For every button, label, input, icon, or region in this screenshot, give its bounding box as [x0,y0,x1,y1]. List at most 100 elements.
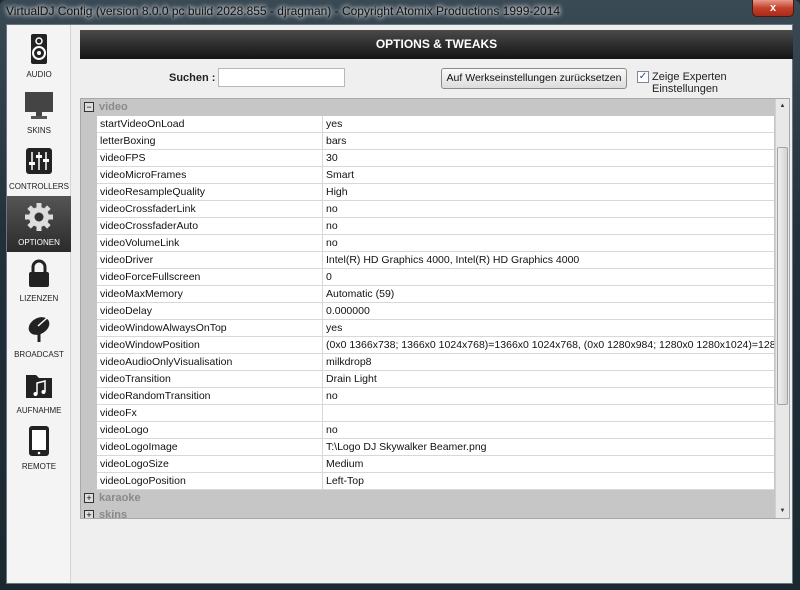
table-row[interactable]: videoWindowAlwaysOnTop yes [97,320,774,337]
sidebar-item-label: LIZENZEN [19,294,59,303]
sidebar-item-optionen[interactable]: OPTIONEN [7,196,71,252]
option-value[interactable]: milkdrop8 [323,354,774,370]
table-row[interactable]: videoCrossfaderAuto no [97,218,774,235]
table-row[interactable]: videoDelay 0.000000 [97,303,774,320]
sidebar-item-label: AUFNAHME [16,406,62,415]
option-value[interactable]: T:\Logo DJ Skywalker Beamer.png [323,439,774,455]
table-row[interactable]: videoFPS 30 [97,150,774,167]
table-row[interactable]: startVideoOnLoad yes [97,116,774,133]
table-row[interactable]: letterBoxing bars [97,133,774,150]
expand-icon[interactable]: + [84,510,94,518]
option-key: videoMaxMemory [97,286,323,302]
table-row[interactable]: videoResampleQuality High [97,184,774,201]
search-input[interactable] [218,68,345,87]
gear-icon [25,202,53,232]
option-value[interactable] [323,405,774,421]
satellite-dish-icon [25,314,53,344]
option-key: videoFx [97,405,323,421]
sidebar-item-controllers[interactable]: CONTROLLERS [7,140,71,196]
monitor-icon [25,90,53,120]
scrollbar-thumb[interactable] [777,147,788,405]
table-row[interactable]: videoVolumeLink no [97,235,774,252]
option-key: videoLogo [97,422,323,438]
music-folder-icon [25,370,53,400]
table-row[interactable]: videoForceFullscreen 0 [97,269,774,286]
option-value[interactable]: no [323,422,774,438]
page-title: OPTIONS & TWEAKS [80,30,793,59]
group-karaoke[interactable]: + karaoke [81,490,789,507]
option-value[interactable]: no [323,218,774,234]
collapse-icon[interactable]: − [84,102,94,112]
scroll-up-button[interactable]: ▲ [776,99,789,113]
option-key: videoMicroFrames [97,167,323,183]
option-value[interactable]: yes [323,116,774,132]
option-value[interactable]: 0 [323,269,774,285]
reset-defaults-button[interactable]: Auf Werkseinstellungen zurücksetzen [441,68,627,89]
table-row[interactable]: videoAudioOnlyVisualisation milkdrop8 [97,354,774,371]
sidebar-item-label: CONTROLLERS [8,182,69,191]
expert-checkbox-label[interactable]: Zeige Experten Einstellungen [652,71,792,95]
sidebar-item-remote[interactable]: REMOTE [7,420,71,476]
option-key: videoCrossfaderLink [97,201,323,217]
option-value[interactable]: no [323,201,774,217]
option-key: videoLogoImage [97,439,323,455]
group-skins[interactable]: + skins [81,507,789,518]
table-row[interactable]: videoLogoPosition Left-Top [97,473,774,490]
option-value[interactable]: (0x0 1366x738; 1366x0 1024x768)=1366x0 1… [323,337,774,353]
search-label: Suchen : [169,72,216,84]
option-value[interactable]: 0.000000 [323,303,774,319]
option-value[interactable]: bars [323,133,774,149]
option-key: videoWindowPosition [97,337,323,353]
scroll-down-button[interactable]: ▼ [776,504,789,518]
sidebar-item-audio[interactable]: AUDIO [7,28,71,84]
table-row[interactable]: videoWindowPosition (0x0 1366x738; 1366x0… [97,337,774,354]
speaker-icon [25,34,53,64]
option-key: videoTransition [97,371,323,387]
option-value[interactable]: Left-Top [323,473,774,489]
table-row[interactable]: videoTransition Drain Light [97,371,774,388]
sidebar-item-label: REMOTE [21,462,57,471]
option-value[interactable]: yes [323,320,774,336]
sidebar-item-skins[interactable]: SKINS [7,84,71,140]
option-value[interactable]: 30 [323,150,774,166]
expert-checkbox[interactable]: ✓ [637,71,649,83]
table-row[interactable]: videoDriver Intel(R) HD Graphics 4000, In… [97,252,774,269]
window-title: VirtualDJ Config (version 8.0.0 pc build… [6,4,561,18]
table-row[interactable]: videoRandomTransition no [97,388,774,405]
option-key: videoDelay [97,303,323,319]
option-key: videoCrossfaderAuto [97,218,323,234]
close-button[interactable]: x [752,0,794,17]
expand-icon[interactable]: + [84,493,94,503]
table-row[interactable]: videoCrossfaderLink no [97,201,774,218]
table-row[interactable]: videoMaxMemory Automatic (59) [97,286,774,303]
group-label: video [99,101,128,113]
option-key: videoLogoSize [97,456,323,472]
sidebar: AUDIO SKINS CONTROLLERS OPTIONEN LIZENZEN BRO… [7,25,71,583]
option-value[interactable]: Drain Light [323,371,774,387]
table-row[interactable]: videoFx [97,405,774,422]
sidebar-item-broadcast[interactable]: BROADCAST [7,308,71,364]
window: VirtualDJ Config (version 8.0.0 pc build… [0,0,800,590]
option-key: videoDriver [97,252,323,268]
option-value[interactable]: no [323,388,774,404]
sidebar-item-aufnahme[interactable]: AUFNAHME [7,364,71,420]
option-value[interactable]: Automatic (59) [323,286,774,302]
scrollbar[interactable]: ▲ ▼ [775,99,789,518]
option-key: videoFPS [97,150,323,166]
group-video[interactable]: − video [81,99,789,116]
option-key: videoWindowAlwaysOnTop [97,320,323,336]
table-row[interactable]: videoLogo no [97,422,774,439]
table-row[interactable]: videoLogoImage T:\Logo DJ Skywalker Beame… [97,439,774,456]
options-table: − video startVideoOnLoad yes letterBoxing bar… [80,98,790,519]
table-row[interactable]: videoMicroFrames Smart [97,167,774,184]
option-key: videoLogoPosition [97,473,323,489]
lock-icon [25,258,53,288]
option-value[interactable]: High [323,184,774,200]
option-value[interactable]: Smart [323,167,774,183]
sliders-icon [25,146,53,176]
option-value[interactable]: Medium [323,456,774,472]
option-value[interactable]: Intel(R) HD Graphics 4000, Intel(R) HD G… [323,252,774,268]
table-row[interactable]: videoLogoSize Medium [97,456,774,473]
sidebar-item-lizenzen[interactable]: LIZENZEN [7,252,71,308]
option-value[interactable]: no [323,235,774,251]
